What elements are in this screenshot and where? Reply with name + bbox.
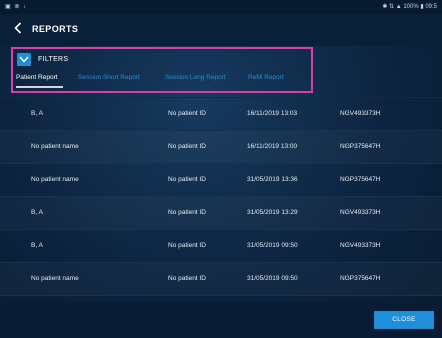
back-button[interactable] <box>14 22 26 36</box>
serial-cell: NGV493373H <box>340 110 381 117</box>
title-bar: REPORTS <box>0 14 442 46</box>
chevron-left-icon <box>14 22 26 34</box>
table-row[interactable]: B, A No patient ID 16/11/2019 13:03 NGV4… <box>0 98 442 131</box>
filters-toggle-button[interactable] <box>17 53 31 66</box>
patient-id-cell: No patient ID <box>168 143 206 150</box>
tab-patient-report[interactable]: Patient Report <box>16 74 58 81</box>
date-cell: 16/11/2019 13:03 <box>247 110 298 117</box>
date-cell: 31/05/2019 13:36 <box>247 176 298 183</box>
date-cell: 16/11/2019 13:00 <box>247 143 298 150</box>
patient-name-cell: No patient name <box>31 275 79 282</box>
tab-session-long-report[interactable]: Session Long Report <box>165 74 226 81</box>
patient-id-cell: No patient ID <box>168 110 206 117</box>
filters-label: FILTERS <box>38 56 69 63</box>
patient-id-cell: No patient ID <box>168 209 206 216</box>
date-cell: 31/05/2019 13:29 <box>247 209 298 216</box>
status-bar-left: ▣ ⊗ ↓ <box>5 4 28 10</box>
serial-cell: NGP375647H <box>340 176 381 183</box>
patient-name-cell: B, A <box>31 209 43 216</box>
table-row[interactable]: B, A No patient ID 31/05/2019 13:29 NGV4… <box>0 197 442 230</box>
tab-refill-report[interactable]: Refill Report <box>248 74 284 81</box>
patient-name-cell: No patient name <box>31 143 79 150</box>
table-row[interactable]: No patient name No patient ID 31/05/2019… <box>0 164 442 197</box>
patient-id-cell: No patient ID <box>168 176 206 183</box>
close-button[interactable]: CLOSE <box>374 311 434 329</box>
patient-id-cell: No patient ID <box>168 275 206 282</box>
table-row[interactable]: B, A No patient ID 31/05/2019 09:50 NGV4… <box>0 230 442 263</box>
date-cell: 31/05/2019 09:50 <box>247 275 298 282</box>
patient-name-cell: No patient name <box>31 176 79 183</box>
table-row[interactable]: No patient name No patient ID 16/11/2019… <box>0 131 442 164</box>
patient-name-cell: B, A <box>31 242 43 249</box>
report-list: B, A No patient ID 16/11/2019 13:03 NGV4… <box>0 98 442 296</box>
patient-id-cell: No patient ID <box>168 242 206 249</box>
active-tab-indicator <box>16 86 63 88</box>
serial-cell: NGV493373H <box>340 209 381 216</box>
tab-session-short-report[interactable]: Session Short Report <box>78 74 140 81</box>
page-title: REPORTS <box>32 24 79 34</box>
status-bar-right: ✱ ⇅ ▲ 100% ▮ 09:5 <box>382 4 437 10</box>
patient-name-cell: B, A <box>31 110 43 117</box>
table-row[interactable]: No patient name No patient ID 31/05/2019… <box>0 263 442 296</box>
serial-cell: NGV493373H <box>340 242 381 249</box>
serial-cell: NGP375647H <box>340 275 381 282</box>
date-cell: 31/05/2019 09:50 <box>247 242 298 249</box>
serial-cell: NGP375647H <box>340 143 381 150</box>
status-bar: ▣ ⊗ ↓ ✱ ⇅ ▲ 100% ▮ 09:5 <box>0 0 442 14</box>
